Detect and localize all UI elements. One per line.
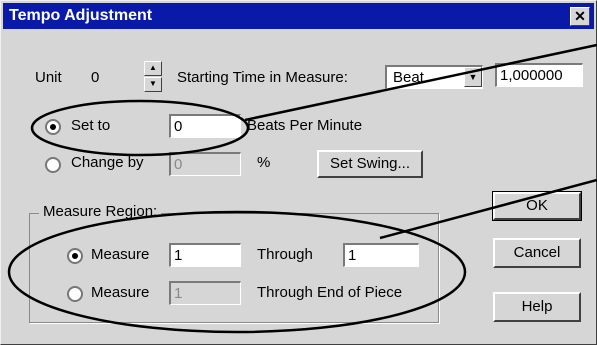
change-by-radio[interactable] <box>45 157 61 173</box>
through-end-label: Through End of Piece <box>257 284 403 301</box>
bpm-label: Beats Per Minute <box>247 117 363 134</box>
spinner-down-icon[interactable]: ▼ <box>144 77 162 92</box>
ok-button[interactable]: OK <box>492 191 582 221</box>
measure-label: Measure <box>91 246 150 263</box>
measure-region-group <box>29 213 439 323</box>
unit-label: Unit <box>35 69 62 86</box>
starting-time-unit-value: Beat <box>393 69 424 86</box>
measure-end-label: Measure <box>91 284 150 301</box>
change-by-field[interactable]: 0 <box>169 152 241 176</box>
unit-spinner[interactable]: ▲ ▼ <box>144 61 162 93</box>
cancel-button[interactable]: Cancel <box>493 238 581 268</box>
radio-selected-dot <box>72 253 78 259</box>
set-to-field[interactable]: 0 <box>169 114 241 138</box>
unit-value: 0 <box>91 69 100 86</box>
measure-to-field[interactable]: 1 <box>343 243 419 267</box>
close-icon[interactable]: ✕ <box>570 7 590 26</box>
set-to-label: Set to <box>71 117 111 134</box>
radio-selected-dot <box>50 124 56 130</box>
chevron-down-icon[interactable]: ▼ <box>464 67 482 87</box>
measure-from-field[interactable]: 1 <box>169 243 241 267</box>
measure-range-radio[interactable] <box>67 248 83 264</box>
spinner-up-icon[interactable]: ▲ <box>144 61 162 76</box>
change-by-label: Change by <box>71 154 144 171</box>
window-title: Tempo Adjustment <box>9 7 153 24</box>
starting-time-label: Starting Time in Measure: <box>177 69 348 86</box>
measure-end-from-field[interactable]: 1 <box>169 281 241 305</box>
help-button[interactable]: Help <box>493 292 581 322</box>
set-swing-button[interactable]: Set Swing... <box>317 150 423 178</box>
starting-time-unit-select[interactable]: Beat ▼ <box>385 65 483 89</box>
measure-region-title: Measure Region: <box>39 203 162 220</box>
tempo-adjustment-dialog: Tempo Adjustment ✕ Unit 0 ▲ ▼ Starting T… <box>0 0 597 345</box>
through-label: Through <box>257 246 313 263</box>
measure-to-end-radio[interactable] <box>67 286 83 302</box>
set-to-radio[interactable] <box>45 119 61 135</box>
title-bar: Tempo Adjustment ✕ <box>3 3 594 29</box>
starting-time-field[interactable]: 1,000000 <box>495 63 583 87</box>
percent-label: % <box>257 154 271 171</box>
